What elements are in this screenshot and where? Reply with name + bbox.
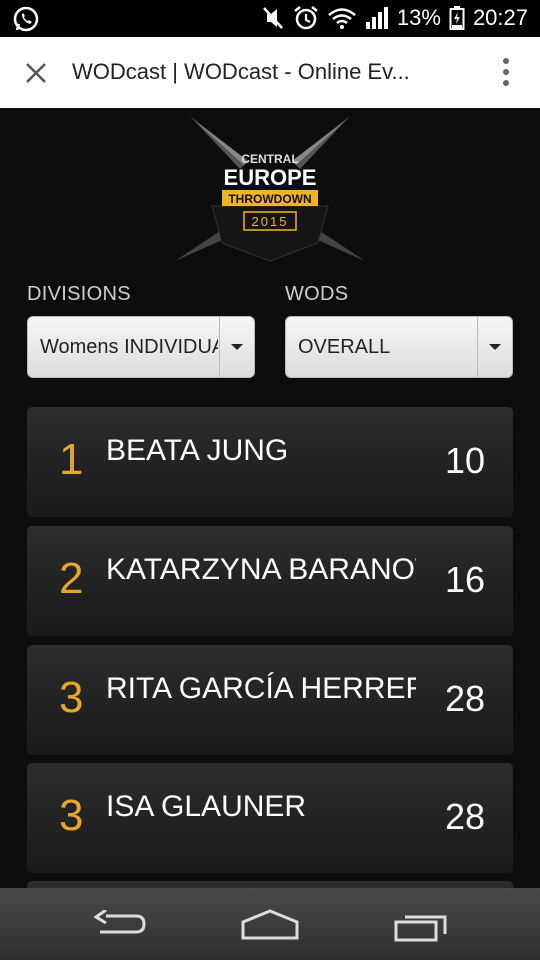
svg-text:THROWDOWN: THROWDOWN <box>228 192 311 206</box>
rank: 2 <box>59 554 84 603</box>
leaderboard-row[interactable]: 3 RITA GARCÍA HERRERA 28 <box>27 645 513 755</box>
event-logo: CENTRAL EUROPE THROWDOWN 2015 <box>170 111 370 271</box>
athlete-name: RITA GARCÍA HERRERA <box>106 672 416 705</box>
web-content: CENTRAL EUROPE THROWDOWN 2015 DIVISIONS … <box>0 108 540 888</box>
wods-label: WODS <box>285 283 349 305</box>
browser-toolbar: WODcast | WODcast - Online Ev... <box>0 37 540 109</box>
wods-select[interactable]: OVERALL <box>285 316 513 378</box>
leaderboard-row[interactable]: 3 ISA GLAUNER 28 <box>27 763 513 873</box>
svg-text:2015: 2015 <box>252 214 289 229</box>
leaderboard-row-partial[interactable] <box>27 881 513 888</box>
leaderboard-row[interactable]: 2 KATARZYNA BARANOWSKA 16 <box>27 526 513 636</box>
chevron-down-icon[interactable] <box>219 317 254 377</box>
clock: 20:27 <box>472 5 528 30</box>
svg-text:EUROPE: EUROPE <box>224 165 317 190</box>
whatsapp-icon <box>12 5 40 38</box>
svg-text:CENTRAL: CENTRAL <box>241 152 298 166</box>
signal-icon <box>365 7 388 29</box>
overflow-menu-icon[interactable] <box>502 57 510 87</box>
page-title: WODcast | WODcast - Online Ev... <box>72 59 410 84</box>
recent-apps-icon[interactable] <box>393 908 451 942</box>
battery-percent: 13% <box>396 5 441 30</box>
leaderboard-row[interactable]: 1 BEATA JUNG 10 <box>27 407 513 517</box>
athlete-name: KATARZYNA BARANOWSKA <box>106 553 416 586</box>
rank: 3 <box>59 791 84 840</box>
home-icon[interactable] <box>240 908 300 940</box>
wifi-icon <box>328 8 356 29</box>
points: 16 <box>444 559 485 600</box>
status-bar: 13% 20:27 <box>0 0 540 37</box>
rank: 3 <box>59 673 84 722</box>
rank: 1 <box>59 435 84 484</box>
points: 10 <box>444 440 485 481</box>
close-icon[interactable] <box>22 59 50 87</box>
divisions-select[interactable]: Womens INDIVIDUAL <box>27 316 255 378</box>
athlete-name: BEATA JUNG <box>106 434 289 467</box>
mute-icon <box>262 7 283 29</box>
navigation-bar <box>0 888 540 960</box>
back-icon[interactable] <box>92 910 148 940</box>
points: 28 <box>444 678 485 719</box>
divisions-label: DIVISIONS <box>27 283 131 305</box>
alarm-icon <box>294 6 318 30</box>
points: 28 <box>444 796 485 837</box>
wods-value: OVERALL <box>298 336 391 358</box>
battery-charging-icon <box>449 6 465 30</box>
chevron-down-icon[interactable] <box>477 317 512 377</box>
athlete-name: ISA GLAUNER <box>106 790 307 823</box>
divisions-value: Womens INDIVIDUAL <box>40 336 218 358</box>
